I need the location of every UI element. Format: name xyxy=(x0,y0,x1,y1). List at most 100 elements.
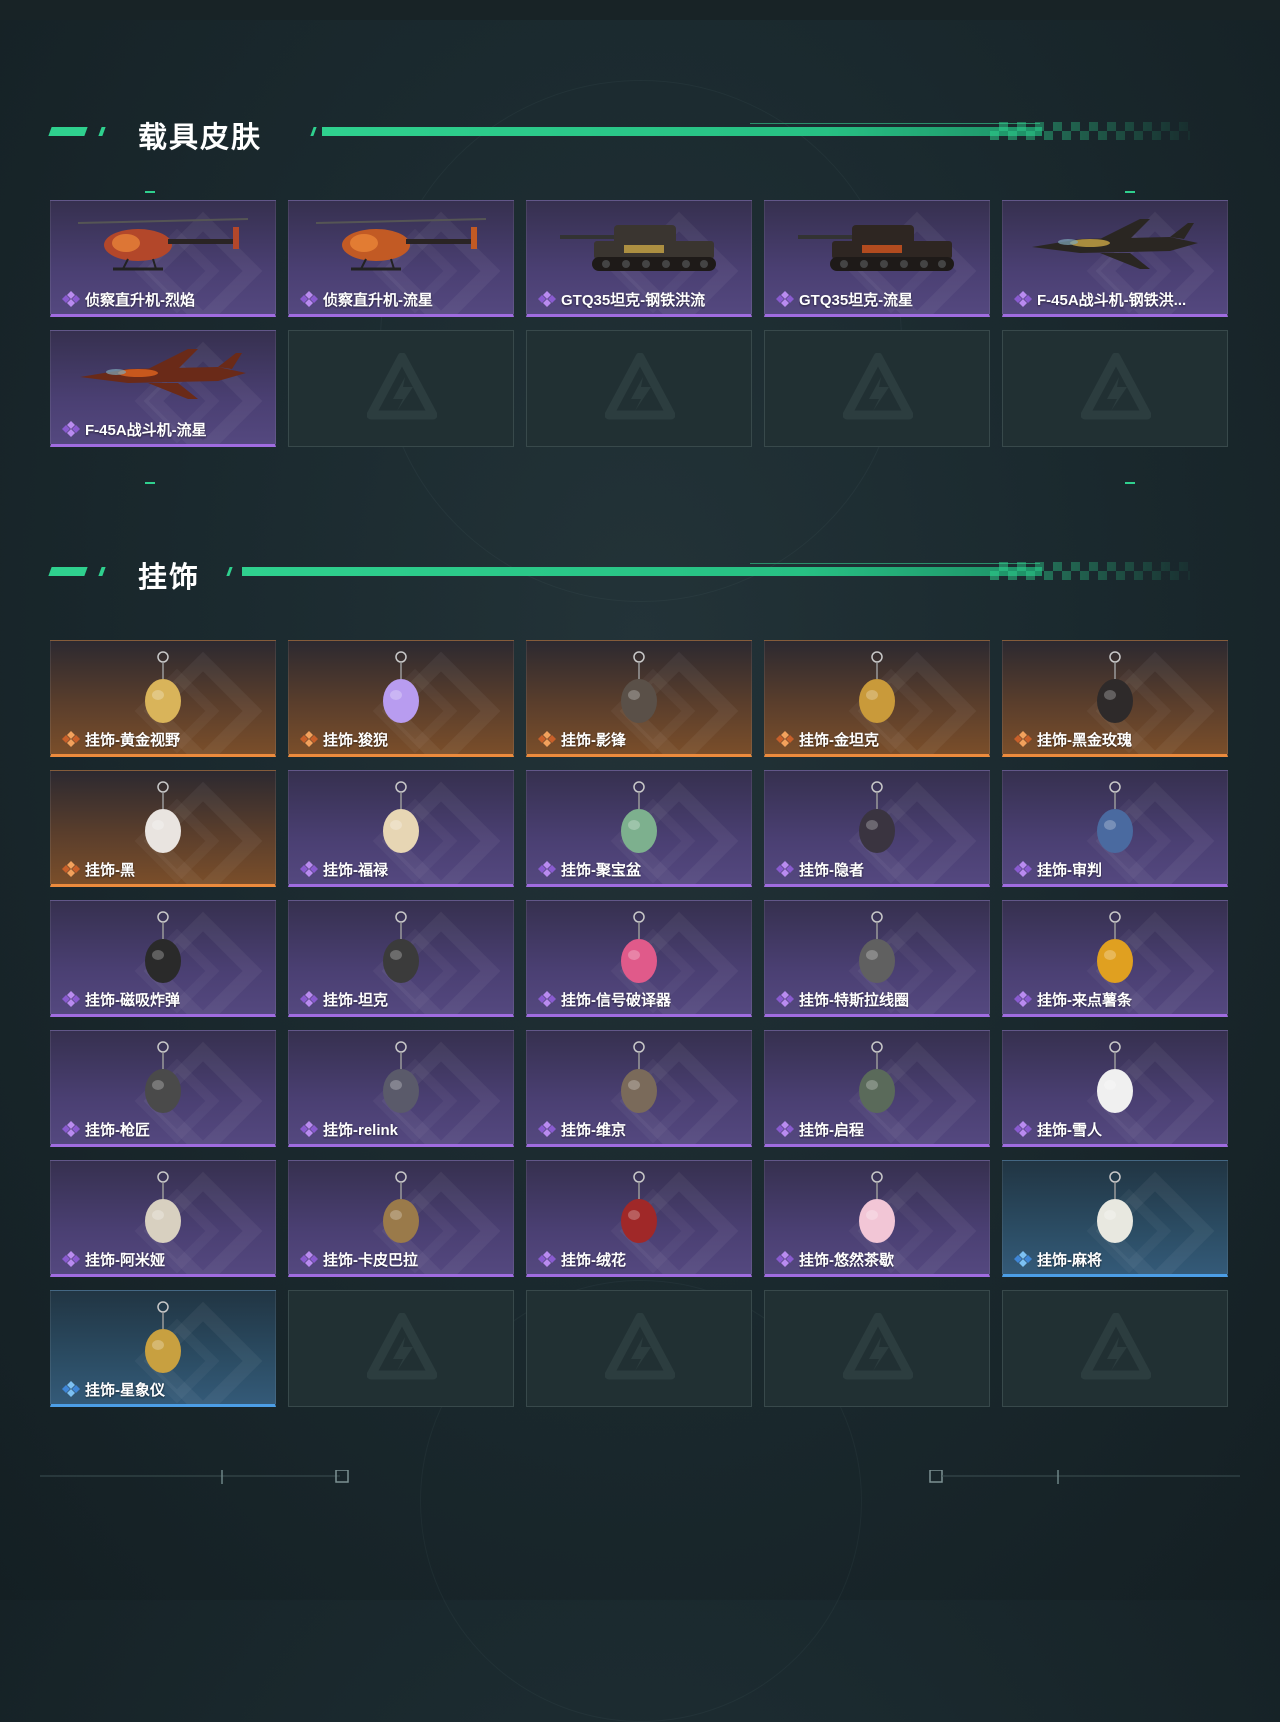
item-label: GTQ35坦克-钢铁洪流 xyxy=(537,289,745,309)
placeholder-logo-icon xyxy=(605,353,675,420)
header-line xyxy=(242,567,1042,576)
item-card[interactable]: 挂饰-麻将 xyxy=(1002,1160,1228,1277)
item-label: F-45A战斗机-流星 xyxy=(61,419,269,439)
item-card[interactable]: 挂饰-绒花 xyxy=(526,1160,752,1277)
item-card[interactable]: 挂饰-金坦克 xyxy=(764,640,990,757)
item-card[interactable]: GTQ35坦克-钢铁洪流 xyxy=(526,200,752,317)
item-label: 挂饰-阿米娅 xyxy=(61,1249,269,1269)
charm-icon xyxy=(1097,1171,1133,1243)
item-card[interactable]: 挂饰-维京 xyxy=(526,1030,752,1147)
item-label: 挂饰-麻将 xyxy=(1013,1249,1221,1269)
item-card[interactable]: 挂饰-狻猊 xyxy=(288,640,514,757)
item-label: 挂饰-星象仪 xyxy=(61,1379,269,1399)
corner-tick xyxy=(145,482,155,484)
charm-icon xyxy=(145,651,181,723)
item-card[interactable]: 挂饰-黄金视野 xyxy=(50,640,276,757)
placeholder-logo-icon xyxy=(1081,1313,1151,1380)
item-name: 挂饰-黑 xyxy=(85,861,135,879)
section-title-vehicle-skins: 载具皮肤 xyxy=(138,122,263,154)
item-name: 挂饰-绒花 xyxy=(561,1251,626,1269)
item-card[interactable]: 挂饰-relink xyxy=(288,1030,514,1147)
item-card[interactable]: 侦察直升机-烈焰 xyxy=(50,200,276,317)
item-card[interactable]: 挂饰-隐者 xyxy=(764,770,990,887)
item-name: 侦察直升机-流星 xyxy=(323,291,433,309)
blue-rarity-diamond-icon xyxy=(62,1381,80,1397)
item-name: 挂饰-来点薯条 xyxy=(1037,991,1132,1009)
item-card[interactable]: 挂饰-来点薯条 xyxy=(1002,900,1228,1017)
charm-icon xyxy=(859,651,895,723)
item-name: GTQ35坦克-流星 xyxy=(799,291,914,309)
item-card[interactable]: 挂饰-卡皮巴拉 xyxy=(288,1160,514,1277)
item-card[interactable]: 挂饰-星象仪 xyxy=(50,1290,276,1407)
item-card[interactable]: 挂饰-坦克 xyxy=(288,900,514,1017)
item-card[interactable]: 挂饰-特斯拉线圈 xyxy=(764,900,990,1017)
purple-rarity-diamond-icon xyxy=(538,991,556,1007)
item-name: 挂饰-星象仪 xyxy=(85,1381,165,1399)
item-card[interactable]: 挂饰-影锋 xyxy=(526,640,752,757)
empty-slot xyxy=(526,330,752,447)
item-name: 侦察直升机-烈焰 xyxy=(85,291,195,309)
empty-slot xyxy=(764,330,990,447)
header-line xyxy=(322,127,1042,136)
helicopter-icon xyxy=(315,218,487,271)
empty-slot xyxy=(288,330,514,447)
item-name: 挂饰-维京 xyxy=(561,1121,626,1139)
item-card[interactable]: F-45A战斗机-流星 xyxy=(50,330,276,447)
item-card[interactable]: 挂饰-悠然茶歇 xyxy=(764,1160,990,1277)
item-card[interactable]: 挂饰-审判 xyxy=(1002,770,1228,887)
item-name: 挂饰-黄金视野 xyxy=(85,731,180,749)
section-header-charms: 挂饰 xyxy=(48,552,1200,594)
item-label: 挂饰-影锋 xyxy=(537,729,745,749)
item-card[interactable]: 挂饰-雪人 xyxy=(1002,1030,1228,1147)
item-label: 挂饰-隐者 xyxy=(775,859,983,879)
charm-icon xyxy=(383,651,419,723)
header-dash xyxy=(98,127,106,136)
charm-icon xyxy=(145,1301,181,1373)
item-card[interactable]: 挂饰-启程 xyxy=(764,1030,990,1147)
placeholder-logo-icon xyxy=(367,353,437,420)
purple-rarity-diamond-icon xyxy=(1014,1121,1032,1137)
charm-icon xyxy=(383,1171,419,1243)
item-name: 挂饰-雪人 xyxy=(1037,1121,1102,1139)
item-card[interactable]: 挂饰-黑金玫瑰 xyxy=(1002,640,1228,757)
top-strip xyxy=(0,0,1280,20)
item-label: 侦察直升机-烈焰 xyxy=(61,289,269,309)
item-card[interactable]: 挂饰-信号破译器 xyxy=(526,900,752,1017)
purple-rarity-diamond-icon xyxy=(776,991,794,1007)
item-card[interactable]: 挂饰-磁吸炸弹 xyxy=(50,900,276,1017)
purple-rarity-diamond-icon xyxy=(300,861,318,877)
item-card[interactable]: 挂饰-黑 xyxy=(50,770,276,887)
orange-rarity-diamond-icon xyxy=(1014,731,1032,747)
item-card[interactable]: F-45A战斗机-钢铁洪... xyxy=(1002,200,1228,317)
item-name: 挂饰-卡皮巴拉 xyxy=(323,1251,418,1269)
header-checker-pattern xyxy=(990,122,1190,140)
purple-rarity-diamond-icon xyxy=(1014,991,1032,1007)
item-label: 挂饰-枪匠 xyxy=(61,1119,269,1139)
purple-rarity-diamond-icon xyxy=(300,991,318,1007)
item-card[interactable]: 侦察直升机-流星 xyxy=(288,200,514,317)
item-label: 挂饰-维京 xyxy=(537,1119,745,1139)
item-label: 挂饰-金坦克 xyxy=(775,729,983,749)
item-label: 挂饰-黑 xyxy=(61,859,269,879)
purple-rarity-diamond-icon xyxy=(300,291,318,307)
item-card[interactable]: 挂饰-福禄 xyxy=(288,770,514,887)
item-card[interactable]: 挂饰-枪匠 xyxy=(50,1030,276,1147)
item-card[interactable]: 挂饰-聚宝盆 xyxy=(526,770,752,887)
purple-rarity-diamond-icon xyxy=(538,1121,556,1137)
charm-icon xyxy=(621,1041,657,1113)
blue-rarity-diamond-icon xyxy=(1014,1251,1032,1267)
charm-icon xyxy=(859,1041,895,1113)
item-name: 挂饰-信号破译器 xyxy=(561,991,671,1009)
item-card[interactable]: GTQ35坦克-流星 xyxy=(764,200,990,317)
item-name: 挂饰-黑金玫瑰 xyxy=(1037,731,1132,749)
orange-rarity-diamond-icon xyxy=(300,731,318,747)
header-dash xyxy=(48,567,88,576)
tank-icon xyxy=(560,225,716,271)
orange-rarity-diamond-icon xyxy=(776,731,794,747)
item-card[interactable]: 挂饰-阿米娅 xyxy=(50,1160,276,1277)
section-header-vehicle-skins: 载具皮肤 xyxy=(48,112,1200,154)
charm-icon xyxy=(383,911,419,983)
item-label: GTQ35坦克-流星 xyxy=(775,289,983,309)
placeholder-logo-icon xyxy=(367,1313,437,1380)
header-tick xyxy=(310,127,317,136)
